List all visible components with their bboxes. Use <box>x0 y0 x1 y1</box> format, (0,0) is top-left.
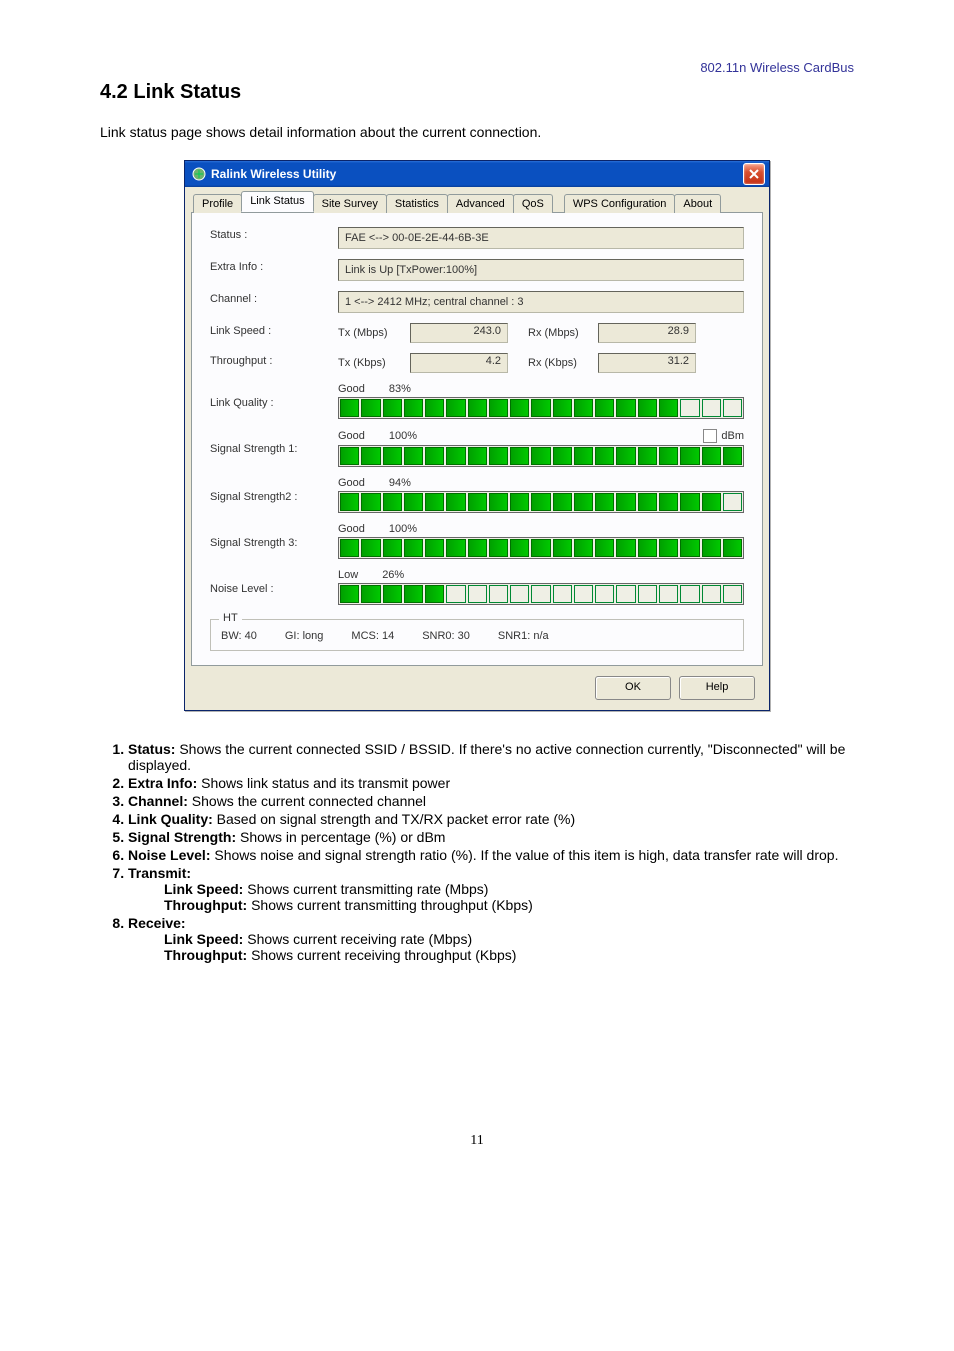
list-item: Channel: Shows the current connected cha… <box>128 793 854 809</box>
quality-word: Good <box>338 383 365 395</box>
value-channel: 1 <--> 2412 MHz; central channel : 3 <box>338 291 744 313</box>
li7-ls-text: Shows current transmitting rate (Mbps) <box>243 881 488 897</box>
noise-pct: 26% <box>382 569 404 581</box>
list-item: Extra Info: Shows link status and its tr… <box>128 775 854 791</box>
app-icon <box>191 166 207 182</box>
label-ss3: Signal Strength 3: <box>210 523 330 559</box>
label-ss2: Signal Strength2 : <box>210 477 330 513</box>
li3-bold: Channel: <box>128 793 188 809</box>
li5-bold: Signal Strength: <box>128 829 236 845</box>
li8-bold: Receive: <box>128 915 186 931</box>
help-button[interactable]: Help <box>679 676 755 700</box>
li8-ls-text: Shows current receiving rate (Mbps) <box>243 931 472 947</box>
label-rx-mbps: Rx (Mbps) <box>528 327 590 339</box>
tab-wps[interactable]: WPS Configuration <box>564 194 676 213</box>
tab-statistics[interactable]: Statistics <box>386 194 448 213</box>
tab-qos[interactable]: QoS <box>513 194 553 213</box>
ht-snr0: SNR0: 30 <box>422 630 470 642</box>
li7-bold: Transmit: <box>128 865 191 881</box>
ht-snr1: SNR1: n/a <box>498 630 549 642</box>
ht-mcs: MCS: 14 <box>351 630 394 642</box>
bar-quality <box>338 397 744 419</box>
tab-site-survey[interactable]: Site Survey <box>313 194 387 213</box>
noise-word: Low <box>338 569 358 581</box>
tab-link-status[interactable]: Link Status <box>241 191 313 212</box>
value-tx-mbps: 243.0 <box>410 323 508 343</box>
li6-bold: Noise Level: <box>128 847 210 863</box>
label-linkspeed: Link Speed : <box>210 323 330 343</box>
li8-tp-text: Shows current receiving throughput (Kbps… <box>247 947 516 963</box>
list-item: Status: Shows the current connected SSID… <box>128 741 854 773</box>
tab-advanced[interactable]: Advanced <box>447 194 514 213</box>
ss1-word: Good <box>338 430 365 442</box>
li2-bold: Extra Info: <box>128 775 197 791</box>
close-button[interactable] <box>743 163 765 185</box>
ss3-pct: 100% <box>389 523 417 535</box>
ss1-pct: 100% <box>389 430 417 442</box>
window-title: Ralink Wireless Utility <box>211 167 743 181</box>
label-throughput: Throughput : <box>210 353 330 373</box>
tab-profile[interactable]: Profile <box>193 194 242 213</box>
value-rx-kbps: 31.2 <box>598 353 696 373</box>
li7-tp-bold: Throughput: <box>164 897 247 913</box>
page-header: 802.11n Wireless CardBus <box>100 60 854 75</box>
ss2-pct: 94% <box>389 477 411 489</box>
li7-ls-bold: Link Speed: <box>164 881 243 897</box>
li5-text: Shows in percentage (%) or dBm <box>236 829 445 845</box>
label-noise: Noise Level : <box>210 569 330 605</box>
ok-button[interactable]: OK <box>595 676 671 700</box>
section-title: 4.2 Link Status <box>100 81 854 104</box>
intro-text: Link status page shows detail informatio… <box>100 124 854 140</box>
li4-bold: Link Quality: <box>128 811 213 827</box>
bar-ss1 <box>338 445 744 467</box>
label-tx-kbps: Tx (Kbps) <box>338 357 402 369</box>
bar-ss2 <box>338 491 744 513</box>
li8-tp-bold: Throughput: <box>164 947 247 963</box>
list-item: Receive: Link Speed: Shows current recei… <box>128 915 854 963</box>
dialog-window: Ralink Wireless Utility Profile Link Sta… <box>184 160 770 711</box>
li3-text: Shows the current connected channel <box>188 793 426 809</box>
value-rx-mbps: 28.9 <box>598 323 696 343</box>
tab-about[interactable]: About <box>674 194 721 213</box>
li8-ls-bold: Link Speed: <box>164 931 243 947</box>
li1-text: Shows the current connected SSID / BSSID… <box>128 741 845 773</box>
li1-bold: Status: <box>128 741 175 757</box>
ht-gi: GI: long <box>285 630 324 642</box>
list-item: Transmit: Link Speed: Shows current tran… <box>128 865 854 913</box>
value-tx-kbps: 4.2 <box>410 353 508 373</box>
value-status: FAE <--> 00-0E-2E-44-6B-3E <box>338 227 744 249</box>
li6-text: Shows noise and signal strength ratio (%… <box>210 847 838 863</box>
description-list: Status: Shows the current connected SSID… <box>100 741 854 963</box>
list-item: Link Quality: Based on signal strength a… <box>128 811 854 827</box>
value-extra: Link is Up [TxPower:100%] <box>338 259 744 281</box>
ss3-word: Good <box>338 523 365 535</box>
ht-group: HT BW: 40 GI: long MCS: 14 SNR0: 30 SNR1… <box>210 619 744 651</box>
title-bar: Ralink Wireless Utility <box>185 161 769 187</box>
li7-tp-text: Shows current transmitting throughput (K… <box>247 897 533 913</box>
list-item: Noise Level: Shows noise and signal stre… <box>128 847 854 863</box>
label-rx-kbps: Rx (Kbps) <box>528 357 590 369</box>
ss2-word: Good <box>338 477 365 489</box>
quality-pct: 83% <box>389 383 411 395</box>
li4-text: Based on signal strength and TX/RX packe… <box>213 811 575 827</box>
label-ss1: Signal Strength 1: <box>210 429 330 467</box>
label-channel: Channel : <box>210 291 330 313</box>
ht-legend: HT <box>219 612 242 624</box>
label-dbm: dBm <box>721 430 744 442</box>
page-number: 11 <box>100 1133 854 1149</box>
label-tx-mbps: Tx (Mbps) <box>338 327 402 339</box>
label-extra: Extra Info : <box>210 259 330 281</box>
dbm-checkbox[interactable] <box>703 429 717 443</box>
label-status: Status : <box>210 227 330 249</box>
bar-noise <box>338 583 744 605</box>
label-quality: Link Quality : <box>210 383 330 419</box>
ht-bw: BW: 40 <box>221 630 257 642</box>
tab-content: Status : FAE <--> 00-0E-2E-44-6B-3E Extr… <box>191 212 763 666</box>
li2-text: Shows link status and its transmit power <box>197 775 450 791</box>
bar-ss3 <box>338 537 744 559</box>
list-item: Signal Strength: Shows in percentage (%)… <box>128 829 854 845</box>
tab-strip: Profile Link Status Site Survey Statisti… <box>191 191 763 212</box>
